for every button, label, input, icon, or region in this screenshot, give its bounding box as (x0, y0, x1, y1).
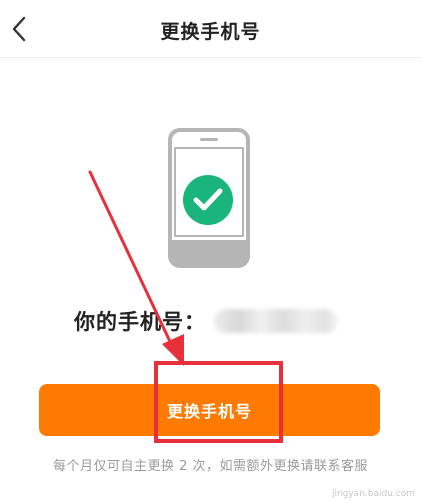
phone-number-row: 你的手机号： (74, 306, 338, 336)
page-title: 更换手机号 (160, 21, 261, 43)
annotation-arrow-head (162, 334, 184, 366)
change-phone-button[interactable]: 更换手机号 (39, 384, 380, 436)
watermark: jingyan.baidu.com (331, 489, 415, 499)
phone-number-label: 你的手机号： (74, 310, 206, 334)
phone-check-icon (168, 128, 250, 272)
phone-number-masked (214, 309, 338, 333)
change-limit-hint: 每个月仅可自主更换 2 次，如需额外更换请联系客服 (52, 459, 369, 474)
navbar: 更换手机号 (0, 0, 421, 58)
